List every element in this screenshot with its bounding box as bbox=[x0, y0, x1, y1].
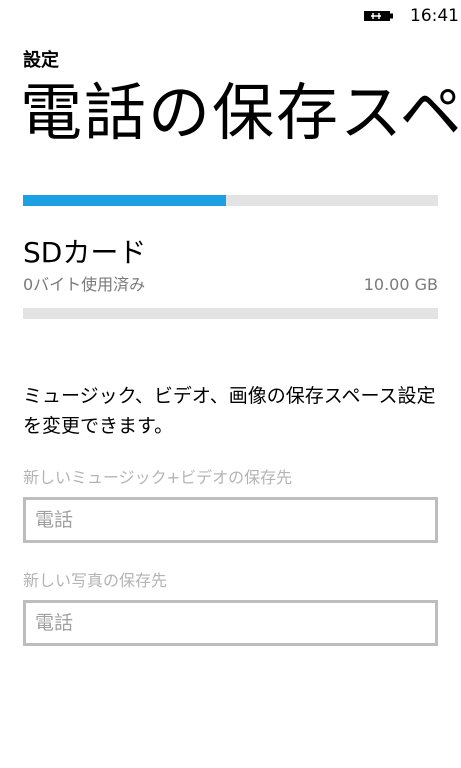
sd-card-storage-bar[interactable] bbox=[23, 308, 438, 319]
phone-storage-bar-fill bbox=[23, 195, 227, 206]
storage-description: ミュージック、ビデオ、画像の保存スペース設定を変更できます。 bbox=[23, 385, 436, 437]
phone-storage-bar[interactable] bbox=[23, 195, 438, 206]
photo-location-picker[interactable]: 電話 bbox=[23, 600, 438, 646]
music-video-location-label: 新しいミュージック+ビデオの保存先 bbox=[23, 468, 293, 487]
sd-card-capacity: 10.00 GB bbox=[363, 275, 438, 294]
photo-location-label: 新しい写真の保存先 bbox=[23, 571, 168, 590]
sd-card-used: 0バイト使用済み bbox=[23, 275, 146, 294]
page-title-container: 電話の保存スペース bbox=[20, 68, 461, 158]
music-video-location-picker[interactable]: 電話 bbox=[23, 497, 438, 543]
sd-card-title: SDカード bbox=[23, 236, 147, 269]
page-title: 電話の保存スペース bbox=[20, 76, 461, 149]
status-time: 16:41 bbox=[410, 6, 459, 26]
storage-settings-page: 16:41 設定 電話の保存スペース SDカード 0バイト使用済み 10.00 … bbox=[0, 0, 461, 768]
battery-charging-icon bbox=[364, 11, 393, 21]
status-bar: 16:41 bbox=[0, 0, 461, 32]
